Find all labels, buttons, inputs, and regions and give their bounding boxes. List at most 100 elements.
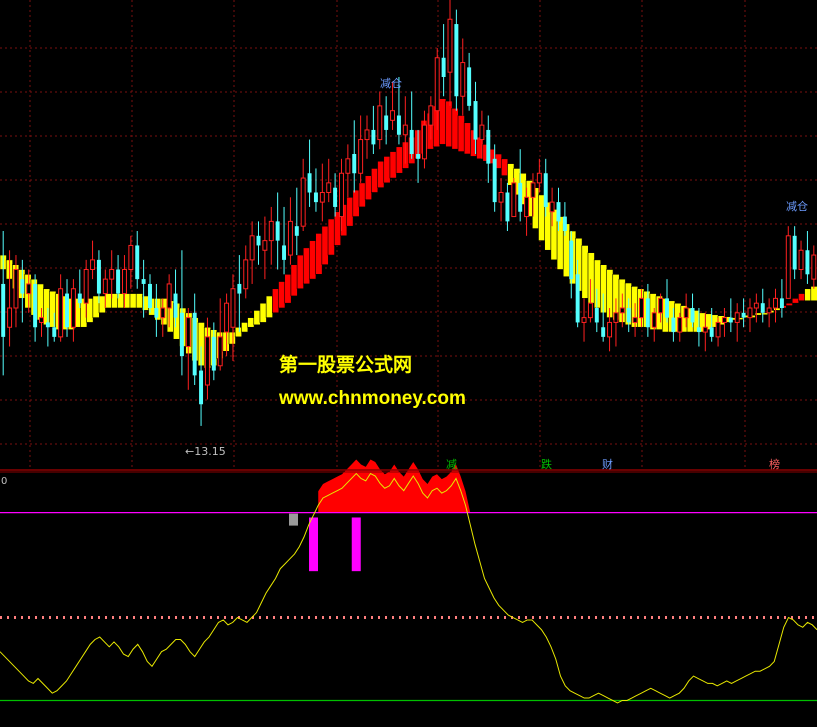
band-segment [36, 283, 44, 321]
candle-body-down [384, 115, 389, 130]
band-segment [321, 225, 329, 265]
candle-body-up [358, 139, 364, 174]
band-segment [98, 295, 106, 314]
band-segment [92, 295, 100, 318]
band-segment [284, 274, 292, 304]
candle-body-up [160, 307, 166, 319]
candle-body-up [811, 254, 817, 280]
candle-body-up [287, 220, 293, 256]
candle-body-up [402, 124, 408, 136]
candle-body-down [135, 245, 140, 280]
band-segment [463, 122, 471, 155]
candle-body-down [671, 317, 676, 333]
candle-body-down [148, 283, 152, 308]
candle-body-down [211, 336, 216, 371]
candle-body-up [536, 172, 542, 184]
band-segment [129, 293, 137, 309]
band-segment [439, 98, 447, 145]
candle-body-down [556, 202, 561, 222]
candle-body-down [696, 327, 701, 333]
candle-body-up [102, 278, 108, 295]
candle-body-down [441, 57, 446, 77]
band-segment [272, 288, 280, 314]
candle-body-down [645, 298, 650, 328]
candle-body-down [473, 101, 478, 140]
candle-body-down [709, 327, 714, 337]
band-segment [247, 317, 255, 328]
candle-body-down [575, 274, 580, 323]
band-segment [135, 293, 143, 309]
band-segment [296, 254, 304, 290]
candle-body-down [371, 129, 376, 145]
candle-body-down [601, 327, 606, 337]
band-segment [259, 302, 267, 323]
band-segment [315, 233, 323, 275]
candle-body-up [524, 196, 530, 218]
candle-body-up [243, 259, 249, 290]
candle-body-up [345, 158, 351, 174]
band-segment [587, 252, 595, 304]
band-segment [43, 288, 51, 326]
candle-body-up [326, 182, 332, 194]
candle-body-down [396, 115, 401, 135]
candle-body-down [805, 250, 810, 275]
candle-body-down [96, 259, 101, 294]
band-segment [798, 293, 806, 302]
candle-body-up [753, 302, 759, 309]
candle-body-down [199, 370, 204, 405]
candle-body-up [530, 182, 536, 198]
candle-body-up [90, 259, 96, 270]
candle [454, 9, 459, 111]
candle-body-down [179, 312, 184, 357]
candle-body-down [192, 312, 197, 376]
candle-body-down [518, 182, 523, 212]
candle-body-up [121, 269, 127, 295]
band-segment [562, 223, 571, 278]
candle-body-down [275, 221, 280, 241]
candle-body-up [702, 326, 708, 333]
band-segment [49, 290, 57, 328]
candle-body-up [549, 201, 555, 213]
candle-body-up [766, 307, 772, 314]
candle-body-up [683, 307, 689, 319]
candle-body-down [665, 298, 669, 318]
band-segment [389, 151, 397, 179]
signal-wealth: 财 [602, 457, 613, 471]
candle-body-down [505, 192, 510, 222]
candle-body-up [721, 317, 727, 323]
band-segment [358, 182, 366, 208]
candle-body-down [116, 269, 121, 294]
band-segment [327, 218, 335, 256]
band-segment [104, 293, 113, 309]
band-segment [507, 163, 515, 186]
candle-body-up [785, 235, 791, 299]
band-segment [395, 146, 403, 174]
candle-body-up [619, 307, 625, 314]
candle-body-up [377, 105, 383, 141]
candle-body-down [779, 298, 784, 309]
band-segment [302, 247, 311, 285]
candle-body-up [185, 317, 191, 348]
band-segment [501, 158, 509, 176]
candle-body-down [486, 129, 491, 164]
candle-body-up [460, 62, 466, 97]
candle-body-down [792, 235, 797, 270]
candle-body-up [677, 317, 683, 333]
candle-body-up [128, 244, 134, 271]
candle-body-down [65, 293, 69, 328]
candle-body-down [256, 235, 261, 246]
band-segment [377, 160, 385, 188]
candle-body-up [587, 302, 593, 319]
candle-body-up [498, 192, 504, 203]
candle-body-down [294, 226, 299, 236]
candle-body-up [734, 312, 740, 323]
band-segment [234, 326, 242, 338]
band-segment [445, 100, 453, 148]
candle-body-up [447, 18, 453, 73]
zero-axis-label: 0 [1, 476, 7, 487]
signal-bar [309, 517, 318, 572]
candle-body-down [454, 24, 459, 97]
candle-body-up [364, 129, 370, 141]
band-segment [253, 310, 261, 326]
candle-body-up [109, 269, 115, 280]
